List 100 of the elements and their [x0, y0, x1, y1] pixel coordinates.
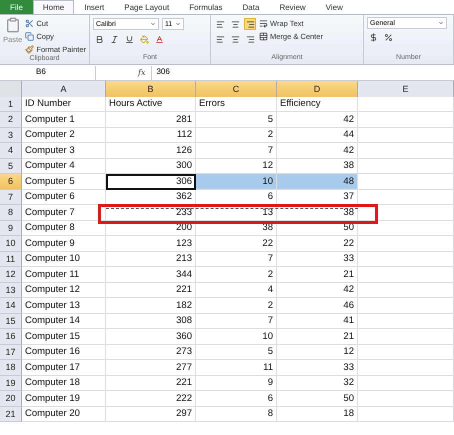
table-cell: Computer 9 [22, 236, 106, 252]
table-cell: 50 [277, 391, 358, 406]
row-header[interactable]: 7 [0, 190, 22, 205]
table-cell: 281 [106, 112, 196, 128]
underline-icon[interactable] [123, 33, 135, 45]
table-cell: Computer 1 [22, 112, 106, 128]
table-cell: Computer 20 [22, 406, 106, 422]
table-cell: 308 [106, 314, 196, 329]
table-cell: 46 [277, 298, 358, 314]
table-cell: 42 [277, 282, 358, 298]
row-header[interactable]: 5 [0, 158, 22, 174]
table-cell: 22 [277, 236, 358, 252]
table-cell: Computer 8 [22, 220, 106, 236]
table-cell: 11 [196, 360, 277, 376]
fill-color-icon[interactable] [138, 33, 150, 45]
row-header[interactable]: 10 [0, 236, 22, 252]
row-header[interactable]: 14 [0, 298, 22, 314]
row-header[interactable]: 13 [0, 282, 22, 298]
merge-cells-icon [259, 32, 268, 40]
ribbon-tab[interactable]: Formulas [179, 0, 233, 14]
table-cell: Computer 2 [22, 128, 106, 143]
paintbrush-icon [25, 44, 34, 54]
wrap-text-icon [259, 18, 268, 28]
name-box[interactable]: B6 [0, 66, 96, 80]
table-cell: 9 [196, 376, 277, 391]
row-header[interactable]: 21 [0, 406, 22, 422]
table-cell: 221 [106, 376, 196, 391]
ribbon-tab[interactable]: Data [232, 0, 270, 14]
row-header[interactable]: 18 [0, 360, 22, 376]
table-cell: 5 [196, 112, 277, 128]
column-header[interactable]: E [358, 81, 454, 98]
table-cell: Computer 4 [22, 158, 106, 174]
table-cell: 44 [277, 128, 358, 143]
table-cell: Computer 19 [22, 391, 106, 406]
column-header[interactable]: A [22, 81, 106, 98]
table-cell: 38 [277, 158, 358, 174]
table-cell: 12 [277, 344, 358, 360]
row-header[interactable]: 4 [0, 143, 22, 158]
table-cell: 344 [106, 267, 196, 282]
table-cell: 48 [277, 174, 358, 190]
row-header[interactable]: 16 [0, 329, 22, 344]
table-cell: 10 [196, 329, 277, 344]
row-header[interactable]: 6 [0, 174, 22, 190]
table-cell: 360 [106, 329, 196, 344]
table-cell: 221 [106, 282, 196, 298]
percent-icon[interactable] [382, 31, 394, 43]
table-cell: Computer 7 [22, 205, 106, 220]
row-header[interactable]: 17 [0, 344, 22, 360]
font-color-icon[interactable] [153, 33, 165, 45]
column-header[interactable]: C [196, 81, 277, 98]
table-cell: 41 [277, 314, 358, 329]
table-cell: 12 [196, 158, 277, 174]
ribbon-tab[interactable]: Insert [74, 0, 114, 14]
table-cell: 2 [196, 298, 277, 314]
function-icon[interactable]: fx [96, 68, 152, 77]
row-header[interactable]: 11 [0, 252, 22, 267]
table-cell: Computer 15 [22, 329, 106, 344]
table-cell: Computer 12 [22, 282, 106, 298]
column-header[interactable]: D [277, 81, 358, 98]
table-cell: 112 [106, 128, 196, 143]
ribbon-tab[interactable]: File [0, 0, 33, 14]
table-cell: 8 [196, 406, 277, 422]
table-cell: Computer 6 [22, 190, 106, 205]
row-header[interactable]: 1 [0, 96, 22, 112]
table-cell: 33 [277, 360, 358, 376]
ribbon-tab[interactable]: Review [269, 0, 316, 14]
table-cell: 4 [196, 282, 277, 298]
row-header[interactable]: 19 [0, 376, 22, 391]
row-header[interactable]: 8 [0, 205, 22, 220]
table-cell: 273 [106, 344, 196, 360]
table-cell: 222 [106, 391, 196, 406]
table-cell: 18 [277, 406, 358, 422]
table-cell: Computer 11 [22, 267, 106, 282]
copy-icon [25, 32, 34, 40]
table-cell: 7 [196, 252, 277, 267]
table-cell: 306 [106, 174, 196, 190]
row-header[interactable]: 2 [0, 112, 22, 128]
row-header[interactable]: 3 [0, 128, 22, 143]
column-header[interactable]: B [106, 81, 196, 98]
clipboard-icon [4, 17, 21, 33]
table-cell: ID Number [22, 96, 106, 112]
table-cell: 21 [277, 329, 358, 344]
table-cell: Efficiency [277, 96, 358, 112]
table-cell: 297 [106, 406, 196, 422]
ribbon-tab[interactable]: Home [32, 0, 74, 14]
ribbon-tab[interactable]: View [316, 0, 353, 14]
row-header[interactable]: 9 [0, 220, 22, 236]
table-cell: Computer 18 [22, 376, 106, 391]
row-header[interactable]: 15 [0, 314, 22, 329]
table-cell: Computer 3 [22, 143, 106, 158]
ribbon-tab[interactable]: Page Layout [114, 0, 180, 14]
align-bottom-icon[interactable] [244, 18, 256, 30]
row-header[interactable]: 20 [0, 391, 22, 406]
row-header[interactable]: 12 [0, 267, 22, 282]
table-cell: 6 [196, 391, 277, 406]
table-cell: Computer 14 [22, 314, 106, 329]
formula-field[interactable]: 306 [151, 66, 454, 80]
table-cell: 42 [277, 112, 358, 128]
table-cell: 5 [196, 344, 277, 360]
table-cell: 126 [106, 143, 196, 158]
